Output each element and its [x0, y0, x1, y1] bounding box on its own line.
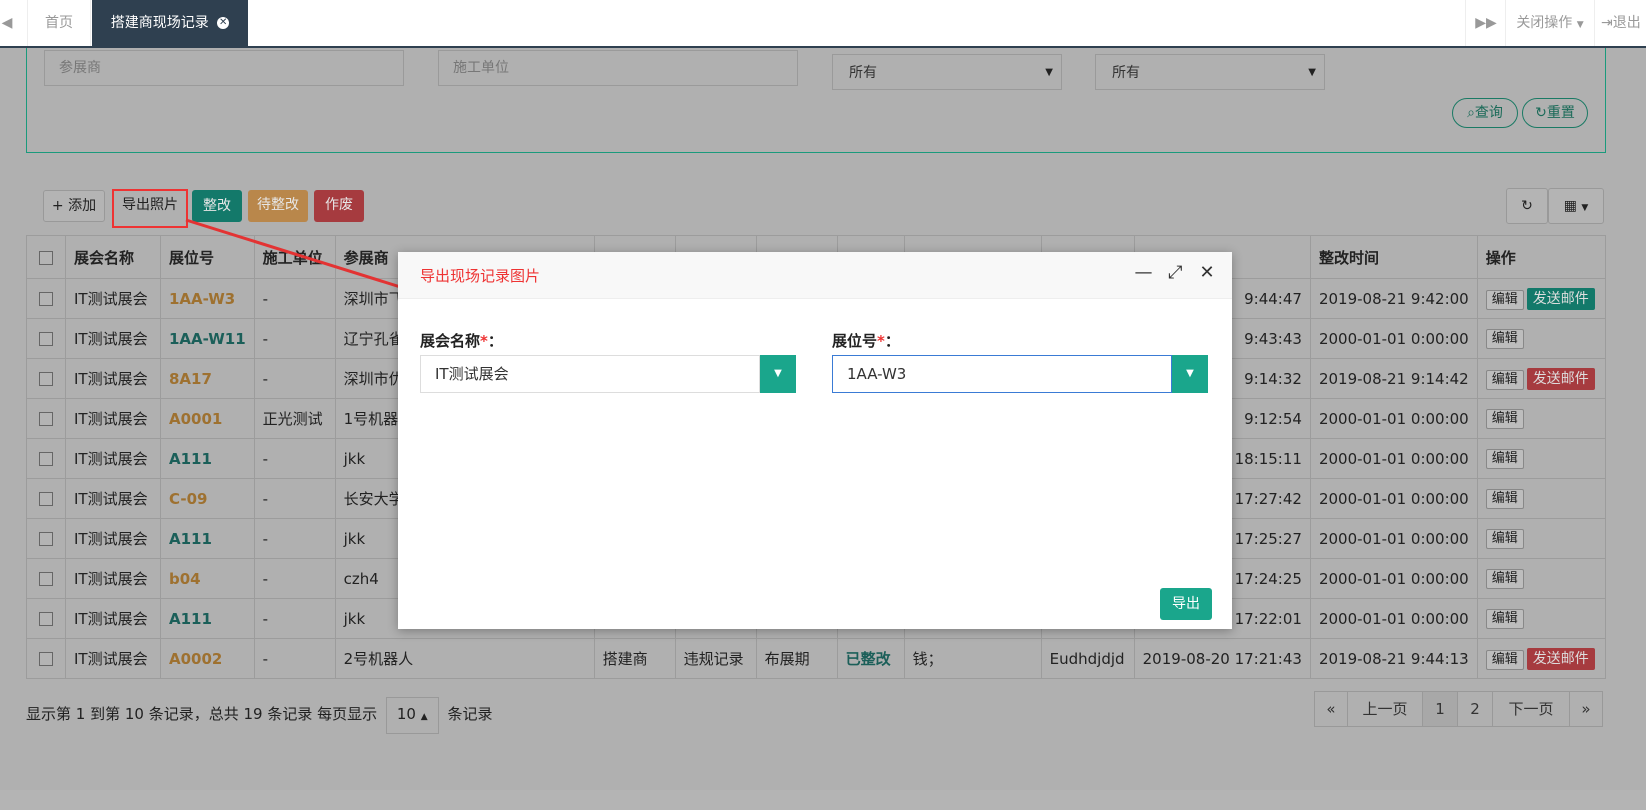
close-icon[interactable]: ✕ [1194, 262, 1220, 283]
expo-name-label: 展会名称*： [420, 332, 503, 350]
booth-dropdown-button[interactable]: ▼ [1172, 355, 1208, 393]
dialog-title: 导出现场记录图片 [420, 267, 541, 285]
booth-label: 展位号*： [832, 332, 900, 350]
export-dialog: 导出现场记录图片 — ⤢ ✕ 展会名称*： IT测试展会 ▼ 展位号*： 1AA… [398, 252, 1232, 629]
booth-combobox[interactable]: 1AA-W3 [832, 355, 1172, 393]
expo-dropdown-button[interactable]: ▼ [760, 355, 796, 393]
maximize-icon[interactable]: ⤢ [1162, 262, 1188, 283]
expo-name-combobox[interactable]: IT测试展会 [420, 355, 760, 393]
minimize-icon[interactable]: — [1131, 262, 1157, 283]
chevron-down-icon: ▼ [1186, 368, 1194, 379]
chevron-down-icon: ▼ [774, 368, 782, 379]
dialog-header: 导出现场记录图片 — ⤢ ✕ [398, 252, 1232, 299]
export-button[interactable]: 导出 [1160, 588, 1212, 620]
